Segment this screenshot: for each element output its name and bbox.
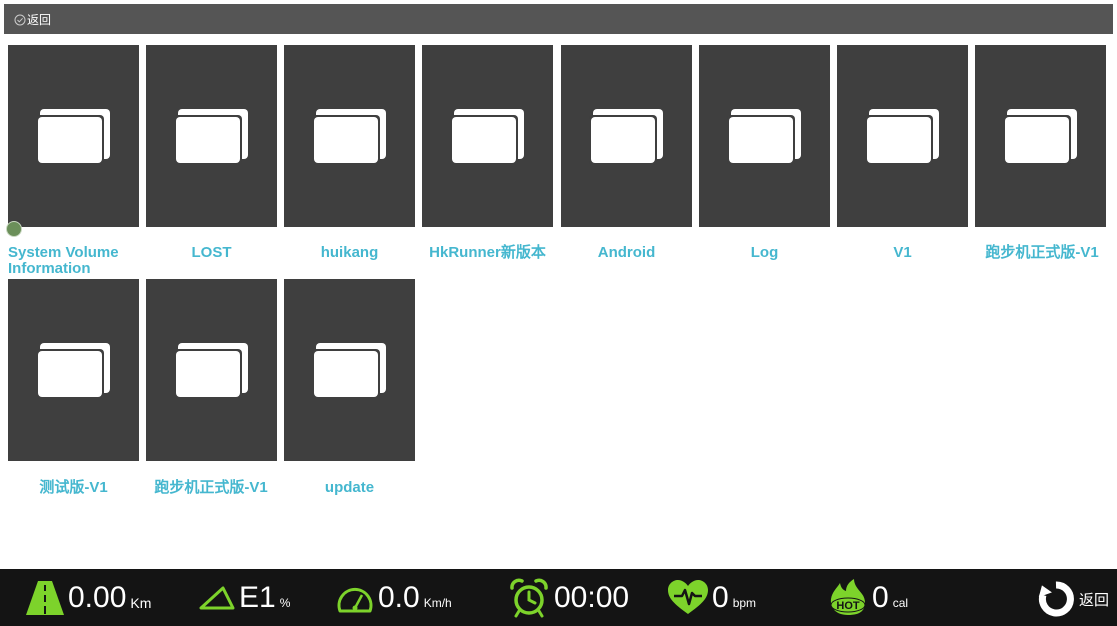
distance-stat: 0.00 Km <box>26 569 151 626</box>
top-bar: 返回 <box>4 4 1113 34</box>
back-button[interactable]: 返回 <box>14 11 51 28</box>
heart-rate-value: 0 <box>712 580 729 614</box>
folder-tile-log[interactable] <box>699 45 830 227</box>
folder-icon <box>727 109 801 165</box>
folder-label-lost[interactable]: LOST <box>146 245 277 261</box>
time-value: 00:00 <box>554 580 630 614</box>
speed-unit: Km/h <box>423 595 452 610</box>
bottom-back-button[interactable]: 返回 <box>1037 581 1109 617</box>
heart-rate-unit: bpm <box>732 595 757 610</box>
alarm-clock-icon <box>510 578 548 617</box>
speed-value: 0.0 <box>378 580 420 614</box>
folder-label-treadmill-release-v1[interactable]: 跑步机正式版-V1 <box>972 245 1112 261</box>
folder-icon <box>36 109 110 165</box>
folder-icon <box>312 109 386 165</box>
incline-icon <box>199 586 235 609</box>
folder-icon <box>450 109 524 165</box>
folder-icon <box>1003 109 1077 165</box>
folder-tile-update[interactable] <box>284 279 415 461</box>
folder-tile-lost[interactable] <box>146 45 277 227</box>
distance-unit: Km <box>130 594 152 611</box>
folder-label-v1[interactable]: V1 <box>837 245 968 261</box>
incline-unit: % <box>279 595 291 610</box>
check-circle-icon <box>14 14 26 25</box>
road-icon <box>26 580 64 615</box>
calories-value: 0 <box>872 580 889 614</box>
folder-label-update[interactable]: update <box>284 480 415 496</box>
folder-icon <box>174 109 248 165</box>
heart-rate-stat: 0 bpm <box>668 569 756 626</box>
time-stat: 00:00 <box>508 569 629 626</box>
incline-stat: E1 % <box>199 569 290 626</box>
status-badge-icon <box>6 221 22 237</box>
refresh-back-icon <box>1038 581 1074 617</box>
calories-flame-icon: HOT <box>830 578 866 615</box>
folder-label-treadmill-release-v1-2[interactable]: 跑步机正式版-V1 <box>138 480 284 496</box>
folder-label-log[interactable]: Log <box>699 245 830 261</box>
distance-value: 0.00 <box>68 580 127 614</box>
folder-icon <box>36 343 110 399</box>
folder-tile-treadmill-release-v1-2[interactable] <box>146 279 277 461</box>
calories-unit: cal <box>892 595 909 610</box>
folder-label-hkrunner[interactable]: HkRunner新版本 <box>422 245 553 261</box>
folder-label-huikang[interactable]: huikang <box>284 245 415 261</box>
folder-tile-test-v1[interactable] <box>8 279 139 461</box>
bottom-back-label: 返回 <box>1078 591 1109 609</box>
folder-tile-v1[interactable] <box>837 45 968 227</box>
status-bar: 0.00 Km E1 % 0.0 Km/h 00:00 0 bpm HOT 0 … <box>0 569 1117 626</box>
folder-tile-android[interactable] <box>561 45 692 227</box>
folder-icon <box>312 343 386 399</box>
back-label: 返回 <box>27 13 52 27</box>
folder-label-android[interactable]: Android <box>561 245 692 261</box>
folder-icon <box>589 109 663 165</box>
folder-tile-treadmill-release-v1[interactable] <box>975 45 1106 227</box>
calories-stat: HOT 0 cal <box>828 569 908 626</box>
folder-icon <box>174 343 248 399</box>
folder-label-system-volume-information[interactable]: System Volume Information <box>8 245 139 277</box>
heart-rate-icon <box>668 579 708 614</box>
folder-tile-huikang[interactable] <box>284 45 415 227</box>
folder-label-test-v1[interactable]: 测试版-V1 <box>8 480 139 496</box>
speed-stat: 0.0 Km/h <box>336 569 452 626</box>
folder-tile-hkrunner[interactable] <box>422 45 553 227</box>
folder-icon <box>865 109 939 165</box>
folder-tile-system-volume-information[interactable] <box>8 45 139 227</box>
hot-icon-text: HOT <box>836 600 860 612</box>
incline-value: E1 <box>239 580 276 614</box>
speedometer-icon <box>337 587 373 612</box>
